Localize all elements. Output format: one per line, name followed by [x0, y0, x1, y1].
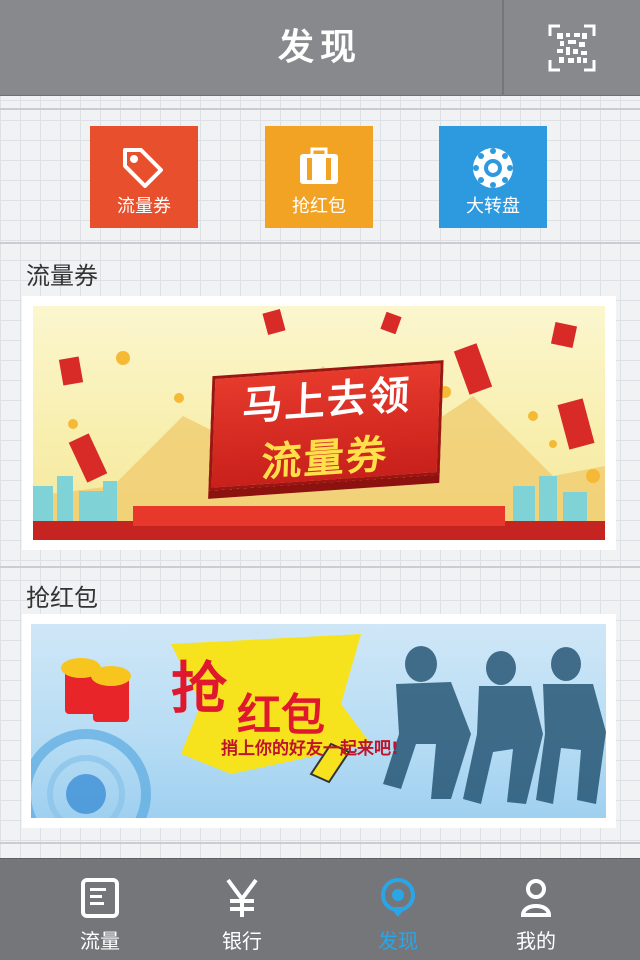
- bottom-tab-bar: 流量 银行 发现 我的: [0, 858, 640, 960]
- tile-wheel[interactable]: 大转盘: [439, 126, 547, 228]
- banner-headline-board: 马上去领 流量券: [208, 360, 444, 491]
- briefcase-icon: [300, 147, 338, 184]
- tile-label: 流量券: [117, 196, 171, 217]
- tab-label: 发现: [378, 929, 418, 953]
- tab-label: 流量: [80, 929, 120, 953]
- top-bar: 发现: [0, 0, 640, 96]
- section-title-coupon: 流量券: [26, 262, 98, 290]
- tab-discover[interactable]: 发现: [328, 859, 468, 960]
- tile-label: 大转盘: [466, 196, 520, 217]
- document-icon: [81, 878, 119, 918]
- divider-line: [0, 108, 640, 110]
- tab-bank[interactable]: 银行: [172, 859, 312, 960]
- divider-line: [0, 242, 640, 244]
- tag-icon: [123, 148, 163, 188]
- section-title-red-packet: 抢红包: [26, 584, 98, 612]
- banner-grab-char: 抢: [171, 657, 227, 722]
- tile-coupon[interactable]: 流量券: [90, 126, 198, 228]
- banner-subheadline: 捎上你的好友一起来吧!: [221, 739, 399, 759]
- tab-label: 银行: [222, 929, 262, 953]
- yen-icon: [226, 878, 258, 917]
- tab-traffic[interactable]: 流量: [30, 859, 170, 960]
- tile-label: 抢红包: [292, 196, 346, 217]
- qr-scan-button[interactable]: [504, 0, 640, 96]
- wheel-icon: [473, 148, 513, 188]
- tab-label: 我的: [516, 929, 556, 953]
- location-icon: [381, 878, 415, 917]
- tab-mine[interactable]: 我的: [466, 859, 606, 960]
- divider-line: [0, 842, 640, 844]
- coupon-banner[interactable]: 马上去领 流量券: [33, 306, 605, 540]
- red-packet-banner[interactable]: 抢 红包 捎上你的好友一起来吧!: [31, 624, 606, 818]
- person-icon: [520, 879, 552, 917]
- tile-red-packet[interactable]: 抢红包: [265, 126, 373, 228]
- banner-subheadline: 流量券: [260, 431, 389, 486]
- qr-code-icon: [548, 24, 596, 72]
- divider-line: [0, 566, 640, 568]
